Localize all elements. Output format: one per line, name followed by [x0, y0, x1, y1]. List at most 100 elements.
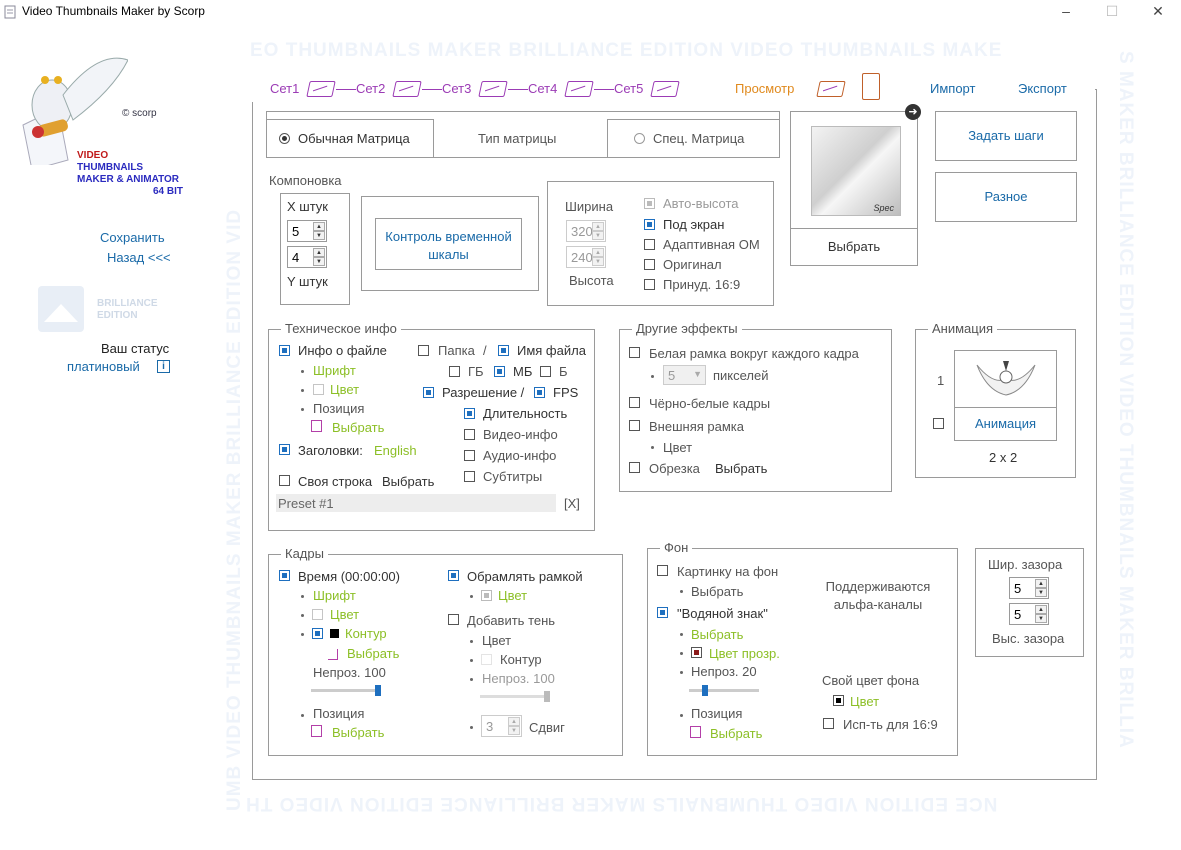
tab-set4[interactable]: Сет4: [528, 81, 557, 96]
frames-color-checkbox[interactable]: [312, 609, 323, 620]
border-color-link[interactable]: Цвет: [498, 588, 527, 603]
transp-color-link[interactable]: Цвет прозр.: [709, 646, 780, 661]
crop-choose[interactable]: Выбрать: [715, 461, 767, 476]
border-checkbox[interactable]: [448, 570, 459, 581]
spin-down-icon[interactable]: ▼: [1035, 588, 1047, 597]
tab-set2[interactable]: Сет2: [356, 81, 385, 96]
preset-close-button[interactable]: [X]: [564, 496, 580, 511]
headers-checkbox[interactable]: [279, 444, 290, 455]
video-info-checkbox[interactable]: [464, 429, 475, 440]
shadow-checkbox[interactable]: [448, 614, 459, 625]
save-link[interactable]: Сохранить: [100, 230, 165, 245]
force169-checkbox[interactable]: [644, 279, 655, 290]
set2-icon[interactable]: [392, 81, 422, 97]
custom-line-choose[interactable]: Выбрать: [382, 474, 434, 489]
spin-down-icon[interactable]: ▼: [313, 257, 325, 266]
frames-opacity-slider[interactable]: [311, 689, 381, 692]
tab-set1[interactable]: Сет1: [270, 81, 299, 96]
spin-up-icon[interactable]: ▲: [592, 248, 604, 257]
original-checkbox[interactable]: [644, 259, 655, 270]
bg-picture-checkbox[interactable]: [657, 565, 668, 576]
close-button[interactable]: ✕: [1135, 0, 1181, 24]
position-icon[interactable]: [690, 726, 701, 738]
spin-up-icon[interactable]: ▲: [1035, 605, 1047, 614]
back-link[interactable]: Назад <<<: [107, 250, 171, 265]
own-color-swatch[interactable]: [833, 695, 844, 706]
info-icon[interactable]: i: [157, 360, 170, 373]
frames-color-link[interactable]: Цвет: [330, 607, 359, 622]
fps-checkbox[interactable]: [534, 387, 545, 398]
fit-screen-checkbox[interactable]: [644, 219, 655, 230]
tech-color-checkbox[interactable]: [313, 384, 324, 395]
file-info-checkbox[interactable]: [279, 345, 290, 356]
headers-lang[interactable]: English: [374, 443, 417, 458]
preset-field[interactable]: Preset #1: [276, 494, 556, 512]
special-matrix-option[interactable]: Спец. Матрица: [607, 119, 780, 158]
time-checkbox[interactable]: [279, 570, 290, 581]
bg-position-choose[interactable]: Выбрать: [710, 726, 762, 741]
preview-thumbnail[interactable]: Spec: [811, 126, 901, 216]
spin-down-icon[interactable]: ▼: [592, 257, 604, 266]
timeline-control-button[interactable]: Контроль временной шкалы: [375, 218, 522, 270]
width-spinner[interactable]: 320 ▲ ▼: [566, 220, 606, 242]
position-icon[interactable]: [311, 725, 322, 737]
bw-checkbox[interactable]: [629, 397, 640, 408]
slider-thumb[interactable]: [702, 685, 708, 696]
spin-up-icon[interactable]: ▲: [1035, 579, 1047, 588]
tab-export[interactable]: Экспорт: [1018, 81, 1067, 96]
shadow-outline-checkbox[interactable]: [481, 654, 492, 665]
shadow-opacity-slider[interactable]: [480, 695, 550, 698]
tab-set5[interactable]: Сет5: [614, 81, 643, 96]
custom-line-checkbox[interactable]: [279, 475, 290, 486]
height-spinner[interactable]: 240 ▲ ▼: [566, 246, 606, 268]
tab-import[interactable]: Импорт: [930, 81, 975, 96]
outline-checkbox[interactable]: [312, 628, 323, 639]
set-steps-button[interactable]: Задать шаги: [935, 111, 1077, 161]
spin-up-icon[interactable]: ▲: [313, 248, 325, 257]
special-matrix-radio[interactable]: [634, 133, 645, 144]
frames-position-choose[interactable]: Выбрать: [332, 725, 384, 740]
spin-down-icon[interactable]: ▼: [313, 231, 325, 240]
gap-height-spinner[interactable]: 5 ▲ ▼: [1009, 603, 1049, 625]
tech-position-choose[interactable]: Выбрать: [332, 420, 384, 435]
position-icon[interactable]: [311, 420, 322, 432]
bg-picture-choose[interactable]: Выбрать: [691, 584, 743, 599]
white-frame-checkbox[interactable]: [629, 347, 640, 358]
subs-checkbox[interactable]: [464, 471, 475, 482]
adaptive-checkbox[interactable]: [644, 239, 655, 250]
gb-checkbox[interactable]: [449, 366, 460, 377]
auto-height-checkbox[interactable]: [644, 198, 655, 209]
set1-icon[interactable]: [306, 81, 336, 97]
spin-up-icon[interactable]: ▲: [592, 222, 604, 231]
folder-checkbox[interactable]: [418, 345, 429, 356]
frames-font-link[interactable]: Шрифт: [313, 588, 356, 603]
b-checkbox[interactable]: [540, 366, 551, 377]
px-select[interactable]: 5 ▼: [663, 365, 706, 385]
tab-preview[interactable]: Просмотр: [735, 81, 794, 96]
normal-matrix-radio[interactable]: [279, 133, 290, 144]
bg-opacity-slider[interactable]: [689, 689, 759, 692]
border-color-checkbox[interactable]: [481, 590, 492, 601]
animation-button[interactable]: Анимация: [955, 416, 1056, 431]
crop-checkbox[interactable]: [629, 462, 640, 473]
tech-color-link[interactable]: Цвет: [330, 382, 359, 397]
preview-choose-button[interactable]: Выбрать: [791, 239, 917, 254]
tab-set3[interactable]: Сет3: [442, 81, 471, 96]
preview-icon[interactable]: [816, 81, 846, 97]
spin-up-icon[interactable]: ▲: [313, 222, 325, 231]
own-color-link[interactable]: Цвет: [850, 694, 879, 709]
spin-down-icon[interactable]: ▼: [1035, 614, 1047, 623]
transp-color-swatch[interactable]: [691, 647, 702, 658]
set4-icon[interactable]: [564, 81, 594, 97]
spin-down-icon[interactable]: ▼: [508, 726, 520, 735]
duration-checkbox[interactable]: [464, 408, 475, 419]
misc-button[interactable]: Разное: [935, 172, 1077, 222]
tech-font-link[interactable]: Шрифт: [313, 363, 356, 378]
audio-info-checkbox[interactable]: [464, 450, 475, 461]
slider-thumb[interactable]: [375, 685, 381, 696]
arrow-right-icon[interactable]: ➜: [905, 104, 921, 120]
use169-checkbox[interactable]: [823, 718, 834, 729]
watermark-checkbox[interactable]: [657, 607, 668, 618]
filename-checkbox[interactable]: [498, 345, 509, 356]
y-count-spinner[interactable]: 4 ▲ ▼: [287, 246, 327, 268]
